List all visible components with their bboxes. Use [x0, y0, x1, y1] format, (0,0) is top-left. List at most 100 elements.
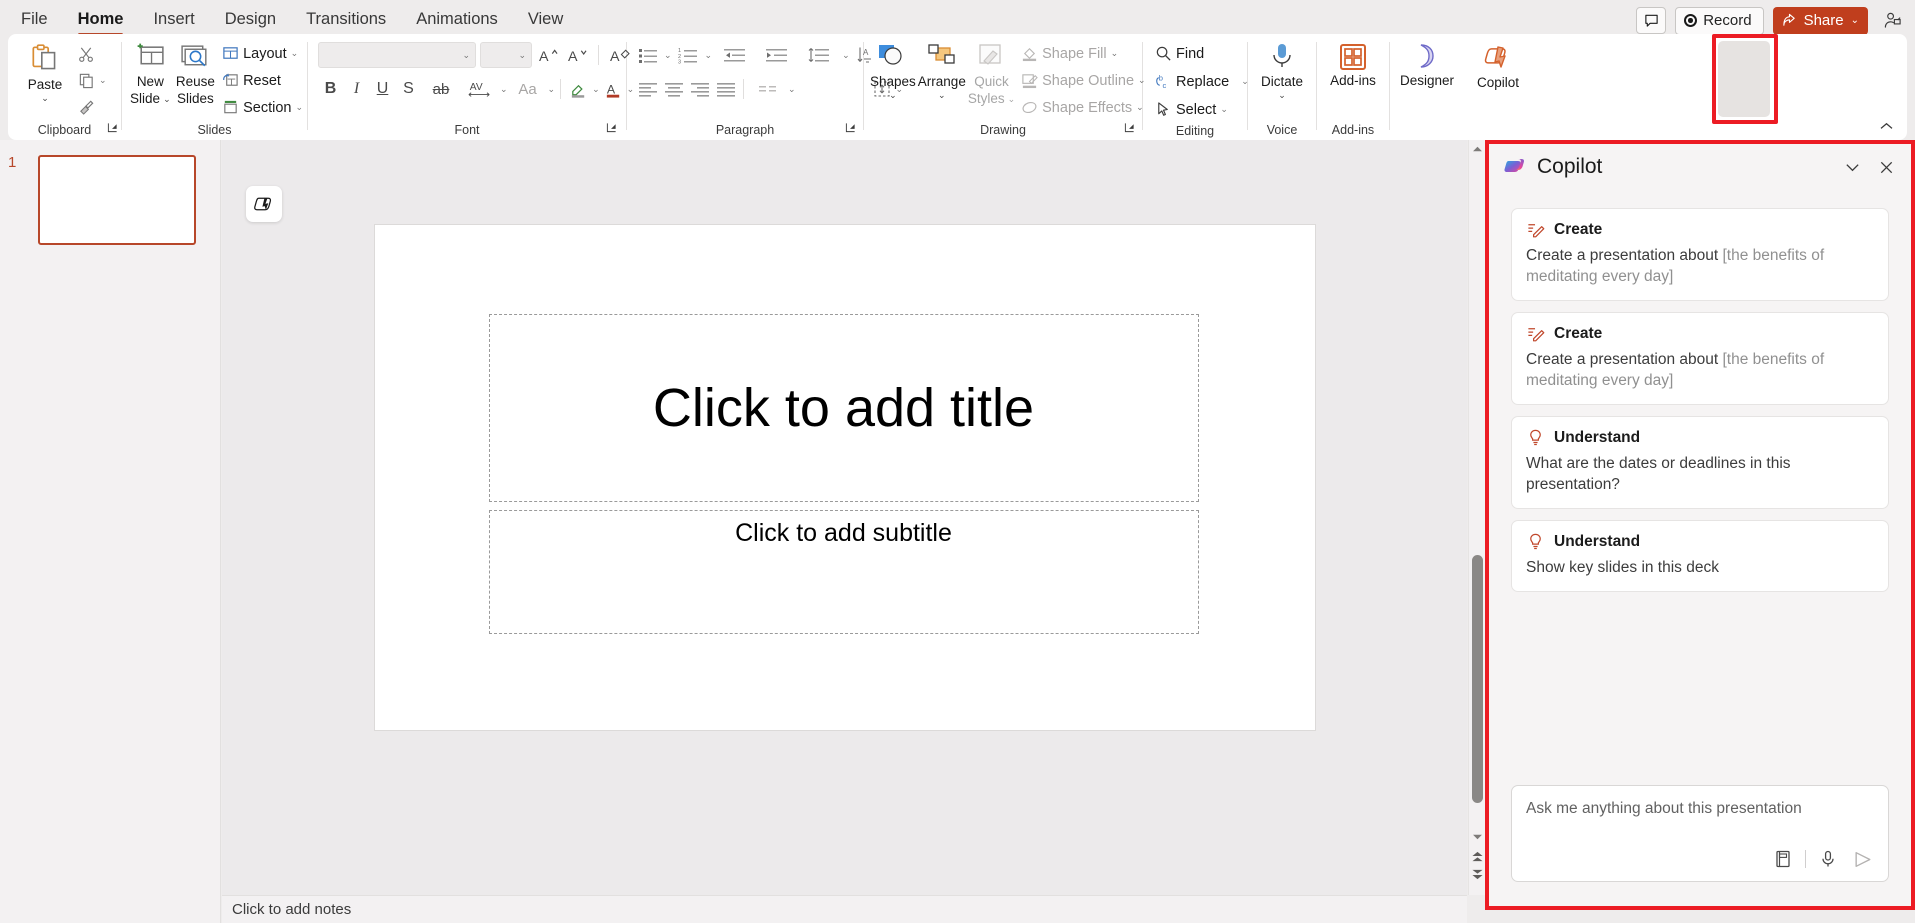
slide-editor[interactable]: Click to add title Click to add subtitle [374, 225, 1315, 730]
scroll-down-button[interactable] [1469, 828, 1486, 845]
drawing-dialog-launcher[interactable] [1124, 122, 1138, 136]
copy-chevron-icon[interactable]: ⌄ [99, 75, 107, 86]
change-case-button[interactable]: Aa [509, 77, 547, 102]
section-button[interactable]: Section ⌄ [218, 95, 307, 120]
subtitle-placeholder[interactable]: Click to add subtitle [488, 510, 1199, 634]
bold-button[interactable]: B [318, 77, 343, 102]
paste-chevron-icon[interactable]: ⌄ [41, 93, 49, 103]
increase-font-size-button[interactable]: A [536, 43, 561, 68]
share-button[interactable]: Share ⌄ [1772, 6, 1868, 35]
copilot-suggestion-card[interactable]: Create Create a presentation about [the … [1511, 208, 1889, 301]
copilot-suggestion-card[interactable]: Create Create a presentation about [the … [1511, 312, 1889, 405]
dictate-chevron-icon[interactable]: ⌄ [1278, 90, 1286, 100]
record-button[interactable]: Record [1675, 6, 1764, 35]
underline-button[interactable]: U [370, 77, 395, 102]
paragraph-dialog-launcher[interactable] [845, 122, 859, 136]
shape-effects-button[interactable]: Shape Effects ⌄ [1017, 95, 1149, 120]
italic-button[interactable]: I [344, 77, 369, 102]
reset-button[interactable]: Reset [218, 68, 307, 93]
tab-transitions[interactable]: Transitions [293, 4, 399, 37]
shape-outline-button[interactable]: Shape Outline ⌄ [1017, 68, 1149, 93]
text-highlight-button[interactable] [566, 77, 591, 102]
tab-design[interactable]: Design [212, 4, 289, 37]
copy-button[interactable] [74, 68, 99, 93]
previous-slide-button[interactable] [1469, 848, 1486, 864]
notes-pane[interactable]: Click to add notes [222, 895, 1467, 923]
clipboard-dialog-launcher[interactable] [107, 122, 121, 136]
format-painter-button[interactable] [74, 94, 99, 119]
title-placeholder[interactable]: Click to add title [488, 314, 1199, 502]
tab-file[interactable]: File [8, 4, 61, 37]
paste-button[interactable]: Paste ⌄ [18, 40, 72, 103]
comments-button[interactable] [1636, 7, 1667, 34]
shapes-chevron-icon[interactable]: ⌄ [889, 90, 897, 100]
share-person-button[interactable] [1877, 7, 1907, 35]
tab-animations[interactable]: Animations [403, 4, 511, 37]
dictate-button[interactable]: Dictate ⌄ [1254, 40, 1310, 100]
quick-styles-button[interactable]: Quick Styles ⌄ [968, 40, 1015, 106]
add-ins-button[interactable]: Add-ins [1323, 40, 1383, 89]
font-dialog-launcher[interactable] [606, 122, 620, 136]
copilot-close-button[interactable] [1871, 152, 1901, 182]
columns-chevron-icon[interactable]: ⌄ [788, 84, 796, 95]
shape-fill-button[interactable]: Shape Fill ⌄ [1017, 41, 1149, 66]
scroll-up-button[interactable] [1469, 140, 1486, 157]
bullets-chevron-icon[interactable]: ⌄ [664, 50, 672, 61]
copilot-pane-header-actions [1837, 144, 1901, 190]
copilot-suggestion-card[interactable]: Understand Show key slides in this deck [1511, 520, 1889, 592]
justify-button[interactable] [713, 77, 738, 102]
increase-indent-button[interactable] [758, 43, 796, 68]
shapes-icon [878, 45, 902, 65]
new-slide-button[interactable]: New Slide ⌄ [128, 40, 173, 106]
canvas-vertical-scrollbar[interactable] [1468, 140, 1485, 895]
align-center-button[interactable] [661, 77, 686, 102]
numbering-chevron-icon[interactable]: ⌄ [705, 50, 713, 61]
character-spacing-button[interactable]: AV [461, 77, 499, 102]
bullets-button[interactable] [635, 43, 660, 68]
copilot-ribbon-button[interactable]: Copilot [1470, 40, 1526, 91]
tab-view[interactable]: View [515, 4, 576, 37]
numbering-button[interactable]: 1 2 3 [676, 43, 701, 68]
scrollbar-thumb[interactable] [1472, 555, 1483, 803]
decrease-indent-button[interactable] [716, 43, 754, 68]
copilot-send-button[interactable] [1850, 846, 1876, 872]
font-color-button[interactable]: A [601, 77, 626, 102]
line-spacing-button[interactable] [800, 43, 838, 68]
character-spacing-chevron-icon[interactable]: ⌄ [500, 84, 508, 95]
line-spacing-chevron-icon[interactable]: ⌄ [842, 50, 850, 61]
shapes-button[interactable]: Shapes ⌄ [870, 40, 916, 100]
slide-thumbnail-1[interactable] [38, 155, 196, 245]
collapse-ribbon-button[interactable] [1875, 116, 1897, 136]
strikethrough-button[interactable]: ab [422, 77, 460, 102]
align-left-button[interactable] [635, 77, 660, 102]
arrange-button[interactable]: Arrange ⌄ [918, 40, 966, 100]
reuse-slides-button[interactable]: Reuse Slides [175, 40, 216, 106]
align-right-icon [690, 82, 709, 97]
replace-button[interactable]: b c Replace ⌄ [1151, 69, 1253, 94]
font-name-input[interactable]: ⌄ [318, 42, 476, 68]
text-shadow-button[interactable]: S [396, 77, 421, 102]
arrange-chevron-icon[interactable]: ⌄ [938, 90, 946, 100]
find-button[interactable]: Find [1151, 41, 1253, 66]
copilot-canvas-button[interactable] [246, 186, 282, 222]
prompt-guide-button[interactable] [1770, 846, 1796, 872]
new-slide-chevron-icon[interactable]: ⌄ [163, 94, 171, 104]
copilot-chat-input[interactable]: Ask me anything about this presentation [1511, 785, 1889, 882]
copilot-minimize-button[interactable] [1837, 152, 1867, 182]
align-right-button[interactable] [687, 77, 712, 102]
copilot-mic-button[interactable] [1815, 846, 1841, 872]
tab-insert[interactable]: Insert [140, 4, 207, 37]
copilot-suggestion-card[interactable]: Understand What are the dates or deadlin… [1511, 416, 1889, 509]
font-size-input[interactable]: ⌄ [480, 42, 532, 68]
designer-button[interactable]: Designer [1395, 40, 1459, 89]
tab-home[interactable]: Home [65, 4, 137, 37]
decrease-font-size-button[interactable]: A [565, 43, 590, 68]
tab-view-label: View [527, 10, 564, 28]
cut-button[interactable] [74, 42, 99, 67]
layout-button[interactable]: Layout ⌄ [218, 41, 307, 66]
change-case-chevron-icon[interactable]: ⌄ [548, 84, 556, 95]
select-button[interactable]: Select ⌄ [1151, 97, 1253, 122]
columns-button[interactable] [749, 77, 787, 102]
text-highlight-chevron-icon[interactable]: ⌄ [592, 84, 600, 95]
next-slide-button[interactable] [1469, 866, 1486, 882]
